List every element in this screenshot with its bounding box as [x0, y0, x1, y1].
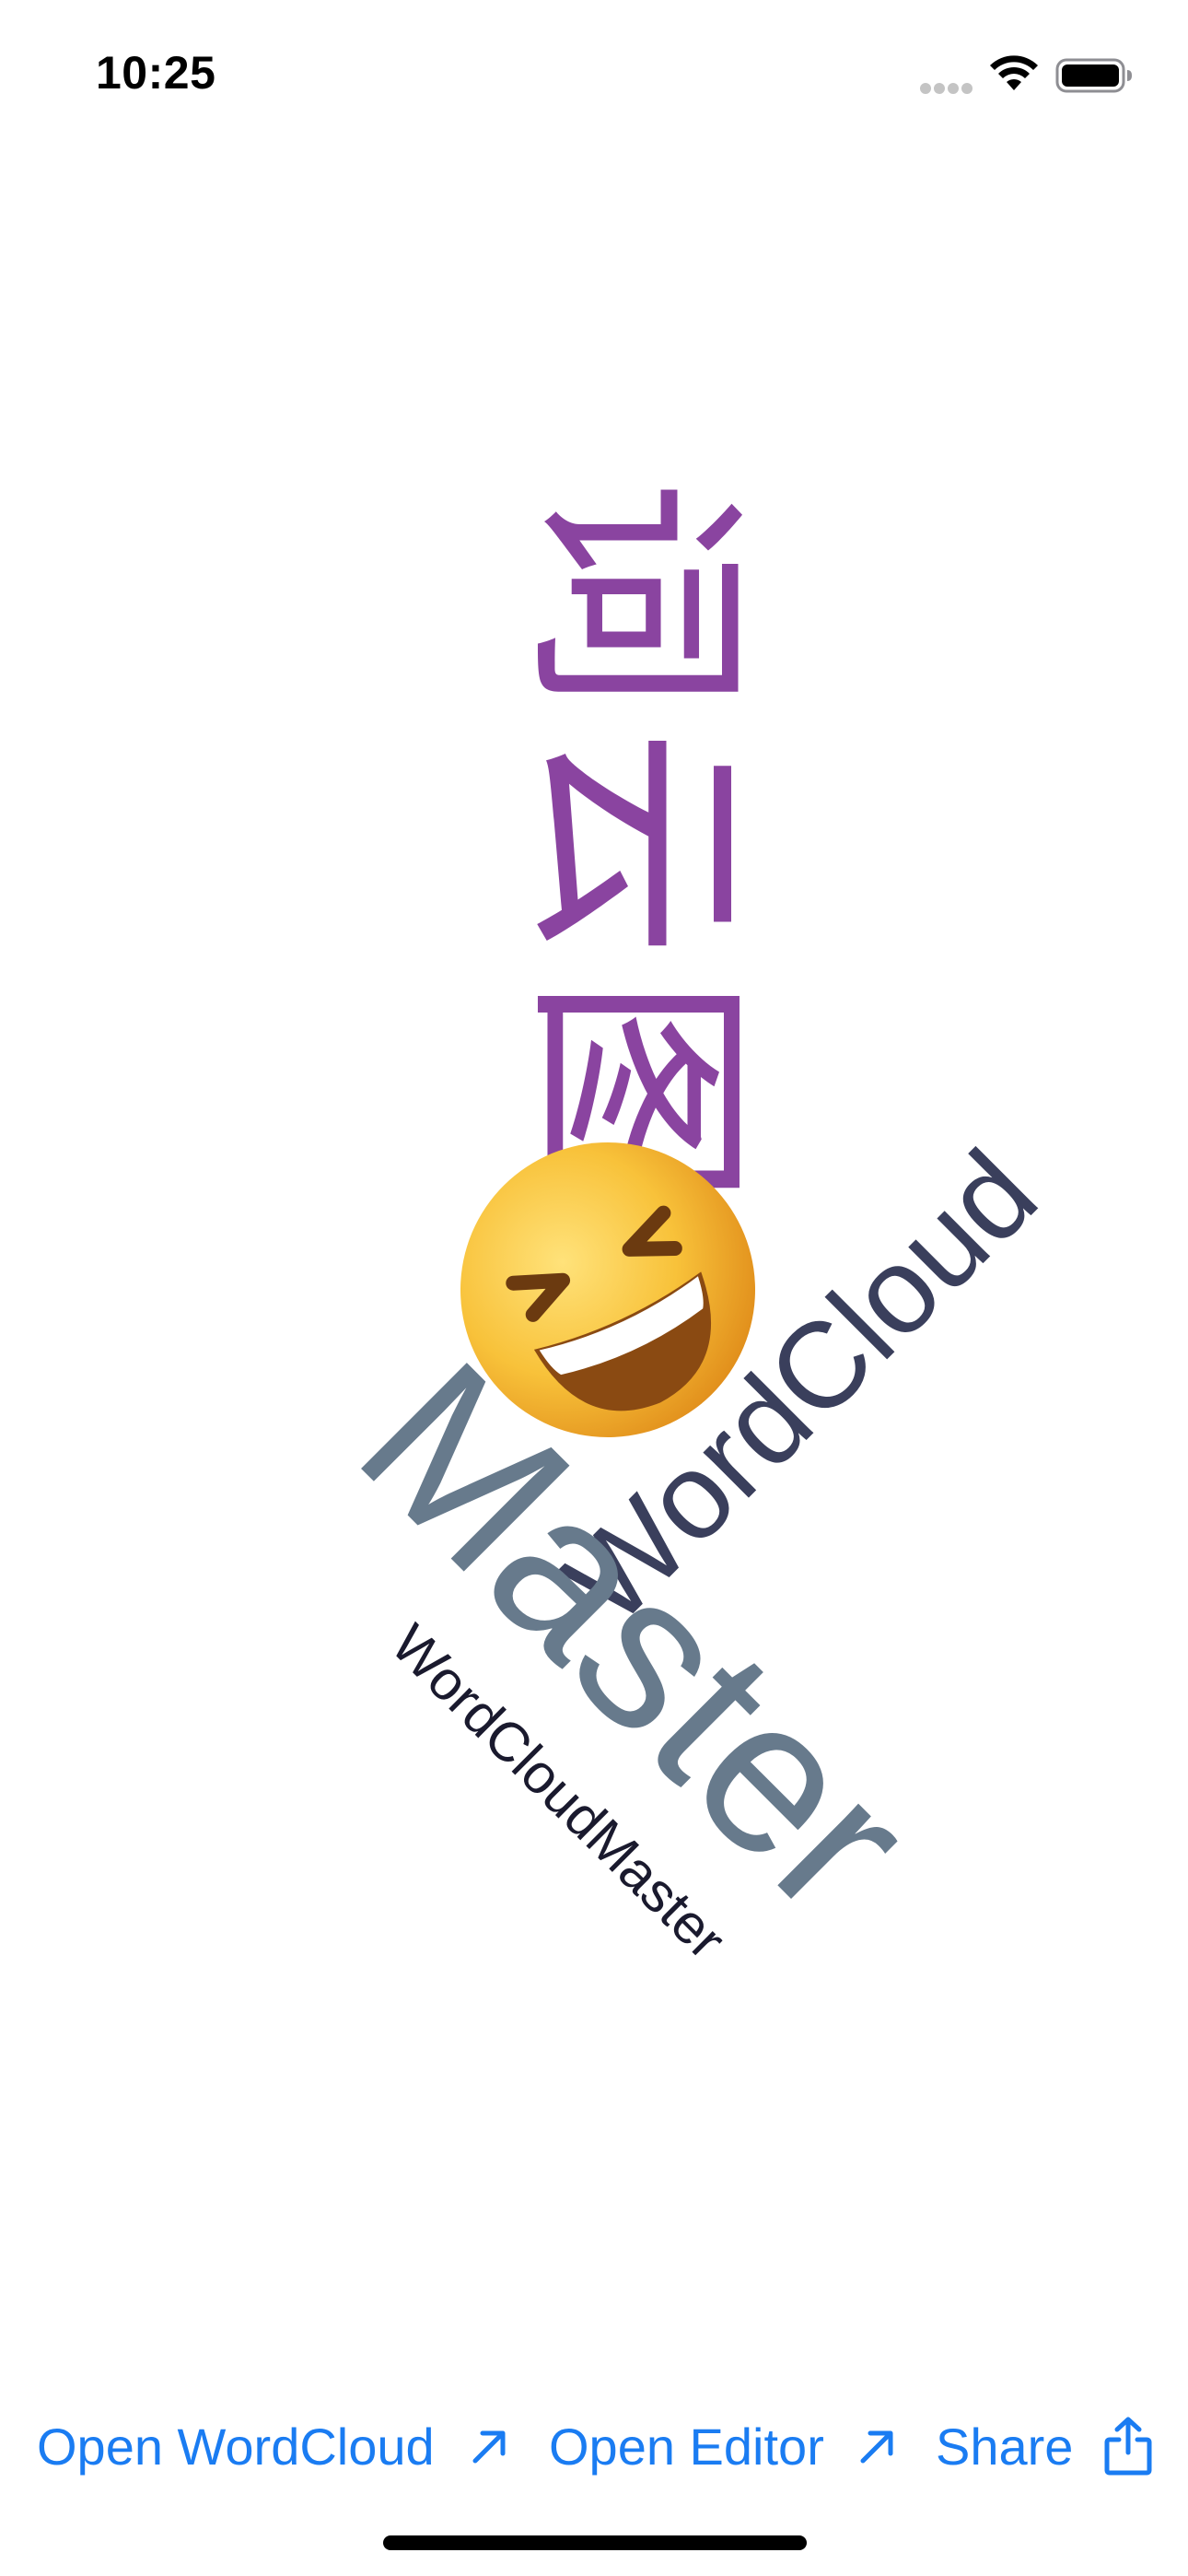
open-editor-label: Open Editor [549, 2417, 824, 2476]
open-editor-button[interactable]: Open Editor [549, 2395, 900, 2497]
home-indicator[interactable] [383, 2535, 807, 2550]
share-icon [1104, 2417, 1152, 2476]
share-label: Share [936, 2417, 1074, 2476]
open-wordcloud-button[interactable]: Open WordCloud [37, 2395, 512, 2497]
open-wordcloud-label: Open WordCloud [37, 2417, 435, 2476]
arrow-up-right-icon [860, 2430, 893, 2464]
screen: 10:25 词云图 WordCloud Master WordCloudMast… [0, 0, 1188, 2576]
word-cloud-canvas: 词云图 WordCloud Master WordCloudMaster [0, 0, 1188, 2211]
word-chinese: 词云图 [502, 479, 770, 1225]
share-button[interactable]: Share [936, 2395, 1154, 2497]
arrow-up-right-icon [472, 2430, 506, 2464]
bottom-toolbar: Open WordCloud Open Editor Share [0, 2395, 1188, 2497]
